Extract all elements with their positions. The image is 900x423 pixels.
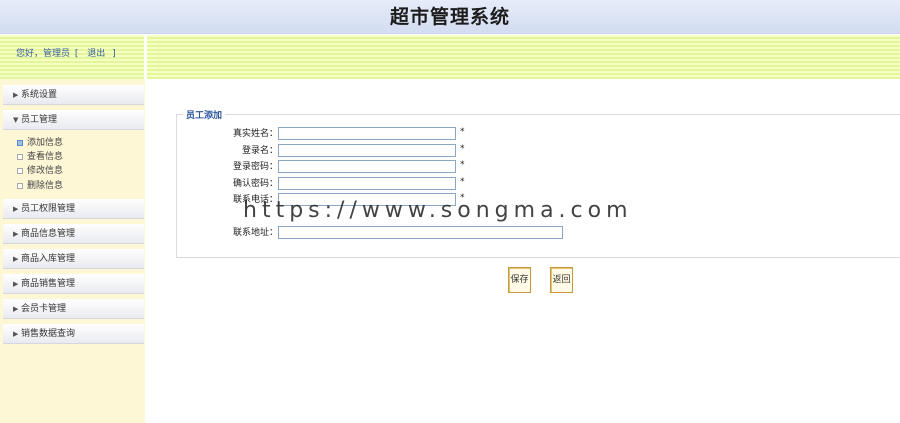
top-bar: 您好，管理员 [ 退出 ] [0, 35, 900, 79]
menu-label: 系统设置 [21, 90, 58, 100]
submenu-label: 添加信息 [27, 138, 64, 148]
submenu-label: 查看信息 [27, 152, 64, 162]
menu-member-card[interactable]: ▶ 会员卡管理 [3, 299, 144, 319]
login-name-input[interactable] [278, 144, 456, 157]
menu-label: 销售数据查询 [21, 329, 76, 339]
chevron-right-icon: ▶ [13, 255, 19, 263]
menu-product-sales[interactable]: ▶ 商品销售管理 [3, 274, 144, 294]
menu-sales-query[interactable]: ▶ 销售数据查询 [3, 324, 144, 344]
submenu-edit-info[interactable]: 修改信息 [17, 164, 63, 178]
save-button[interactable]: 保存 [508, 267, 531, 293]
chevron-right-icon: ▶ [13, 330, 19, 338]
bar-divider [144, 35, 147, 79]
menu-label: 商品入库管理 [21, 254, 76, 264]
required-mark: * [460, 127, 465, 137]
field-label: 登录名： [241, 146, 278, 156]
watermark: https://www.songma.com [243, 198, 633, 223]
form-legend: 员工添加 [183, 108, 226, 121]
sidebar: ▶ 系统设置 ▼ 员工管理 添加信息 查看信息 修改信息 删除信息 ▶ 员工权限管理 … [0, 79, 145, 423]
logout-link[interactable]: 退出 [87, 49, 105, 59]
bullet-icon [17, 182, 23, 189]
bullet-icon [17, 167, 23, 174]
form-row-confirm-password: 确认密码： [176, 177, 278, 191]
bullet-icon [17, 153, 23, 160]
bracket-close: ] [112, 49, 116, 59]
required-mark: * [460, 160, 465, 170]
field-label: 确认密码： [232, 179, 278, 189]
field-label: 登录密码： [232, 162, 278, 172]
back-button[interactable]: 返回 [550, 267, 573, 293]
menu-label: 商品销售管理 [21, 279, 76, 289]
greeting-text: 您好，管理员 [16, 49, 71, 59]
menu-label: 员工权限管理 [21, 204, 76, 214]
chevron-right-icon: ▶ [13, 91, 19, 99]
submenu-view-info[interactable]: 查看信息 [17, 150, 63, 164]
chevron-right-icon: ▶ [13, 280, 19, 288]
user-greeting: 您好，管理员 [ 退出 ] [16, 46, 118, 59]
menu-employee-permissions[interactable]: ▶ 员工权限管理 [3, 199, 144, 219]
menu-employee-management[interactable]: ▼ 员工管理 [3, 110, 144, 130]
menu-product-stock-in[interactable]: ▶ 商品入库管理 [3, 249, 144, 269]
submenu-delete-info[interactable]: 删除信息 [17, 179, 63, 193]
submenu-add-info[interactable]: 添加信息 [17, 136, 63, 150]
bracket-open: [ [74, 49, 79, 59]
real-name-input[interactable] [278, 127, 456, 140]
password-input[interactable] [278, 160, 456, 173]
bullet-icon [17, 139, 23, 146]
form-row-real-name: 真实姓名： [176, 127, 278, 141]
menu-label: 商品信息管理 [21, 229, 76, 239]
menu-product-info[interactable]: ▶ 商品信息管理 [3, 224, 144, 244]
confirm-password-input[interactable] [278, 177, 456, 190]
required-mark: * [460, 177, 465, 187]
app-title: 超市管理系统 [389, 6, 510, 28]
required-mark: * [460, 144, 465, 154]
chevron-right-icon: ▶ [13, 305, 19, 313]
submenu-label: 修改信息 [27, 166, 64, 176]
form-row-login-name: 登录名： [176, 144, 278, 158]
form-row-password: 登录密码： [176, 160, 278, 174]
chevron-right-icon: ▶ [13, 205, 19, 213]
chevron-right-icon: ▶ [13, 230, 19, 238]
form-row-address: 联系地址： [176, 226, 278, 240]
submenu-label: 删除信息 [27, 181, 64, 191]
field-label: 真实姓名： [232, 129, 278, 139]
menu-label: 会员卡管理 [21, 304, 67, 314]
app-header: 超市管理系统 [0, 0, 900, 34]
menu-label: 员工管理 [21, 115, 58, 125]
chevron-down-icon: ▼ [13, 116, 19, 124]
menu-system-settings[interactable]: ▶ 系统设置 [3, 85, 144, 105]
field-label: 联系地址： [232, 228, 278, 238]
address-input[interactable] [278, 226, 563, 239]
